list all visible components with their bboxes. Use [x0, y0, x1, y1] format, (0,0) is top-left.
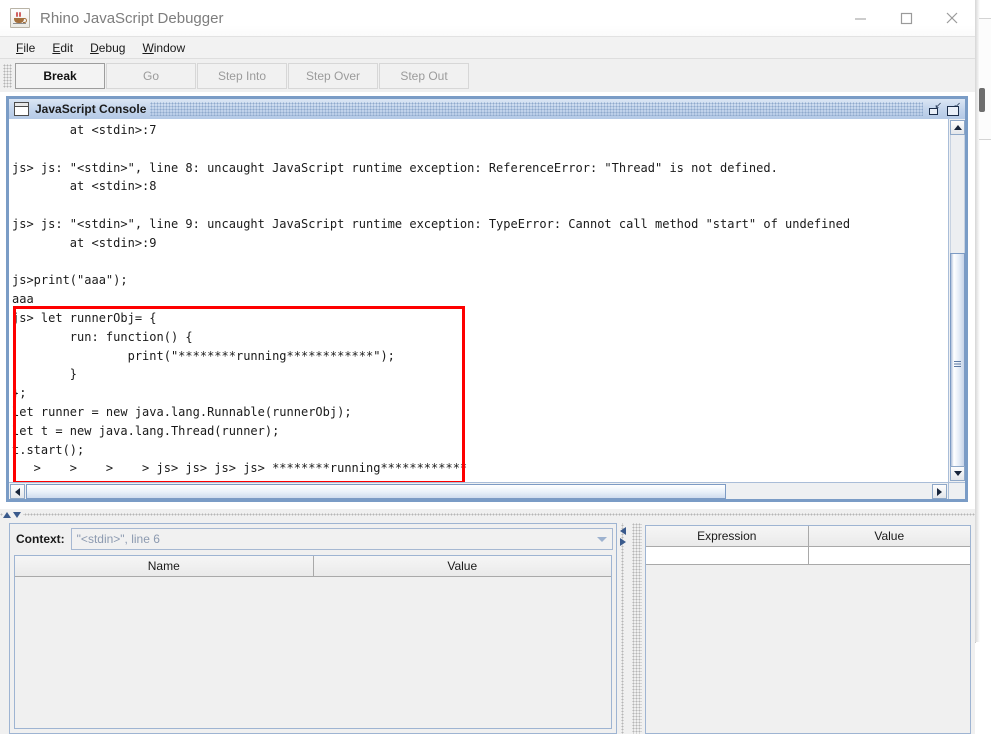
- scroll-left-arrow-icon[interactable]: [10, 484, 25, 499]
- split-one-touch-buttons-vertical[interactable]: [620, 527, 626, 546]
- column-header-name[interactable]: Name: [15, 556, 314, 577]
- menu-edit-label: dit: [60, 40, 74, 55]
- scroll-right-arrow-icon[interactable]: [932, 484, 947, 499]
- watch-table-body[interactable]: [646, 565, 970, 733]
- step-out-button[interactable]: Step Out: [379, 63, 469, 89]
- window-title: Rhino JavaScript Debugger: [40, 9, 224, 27]
- collapse-left-icon[interactable]: [620, 527, 626, 535]
- toolbar-drag-handle[interactable]: [3, 64, 12, 88]
- collapse-right-icon[interactable]: [620, 538, 626, 546]
- console-vertical-scrollbar[interactable]: [948, 119, 965, 482]
- scrollbar-corner: [948, 482, 965, 499]
- menu-debug[interactable]: Debug: [82, 39, 134, 57]
- step-over-button[interactable]: Step Over: [288, 63, 378, 89]
- scrollbar-thumb[interactable]: [950, 253, 965, 475]
- column-header-watch-value[interactable]: Value: [808, 526, 970, 547]
- column-header-expression[interactable]: Expression: [646, 526, 809, 547]
- collapse-down-icon[interactable]: [13, 512, 21, 518]
- scrollbar-track[interactable]: [950, 135, 965, 253]
- vertical-split-divider-secondary[interactable]: [632, 523, 642, 734]
- menu-file[interactable]: File: [8, 39, 44, 57]
- menu-window-mnemonic: W: [142, 40, 154, 55]
- collapse-up-icon[interactable]: [3, 512, 11, 518]
- toolbar: Break Go Step Into Step Over Step Out: [0, 59, 975, 94]
- menu-debug-label: ebug: [98, 40, 126, 55]
- watch-table-header: Expression Value: [646, 526, 970, 547]
- h-scrollbar-thumb[interactable]: [26, 484, 726, 499]
- desktop-background: < | g | g | | g | < | g < | | | < | | Rh…: [0, 0, 991, 734]
- chevron-down-icon[interactable]: [592, 529, 612, 549]
- variables-table-header: Name Value: [15, 556, 611, 577]
- desktop-pane: JavaScript Console ↙ ↙ at <stdin>:7 js> …: [0, 92, 975, 734]
- window-icon: [14, 102, 29, 116]
- background-window-edge: [979, 18, 991, 140]
- console-horizontal-scrollbar[interactable]: [9, 482, 948, 499]
- menu-debug-mnemonic: D: [90, 40, 99, 55]
- menu-edit[interactable]: Edit: [44, 39, 82, 57]
- console-maximize-icon[interactable]: ↙: [946, 101, 961, 116]
- split-one-touch-buttons[interactable]: [3, 510, 23, 518]
- context-label: Context:: [16, 532, 65, 546]
- console-body: at <stdin>:7 js> js: "<stdin>", line 8: …: [9, 119, 965, 499]
- window-titlebar: Rhino JavaScript Debugger: [0, 0, 975, 37]
- horizontal-split-divider[interactable]: [0, 509, 975, 519]
- console-minimize-icon[interactable]: ↙: [927, 101, 942, 116]
- table-row[interactable]: [646, 547, 970, 565]
- console-title: JavaScript Console: [35, 102, 147, 116]
- watch-value-cell[interactable]: [808, 547, 970, 565]
- variables-table-body[interactable]: [15, 577, 611, 728]
- scroll-up-arrow-icon[interactable]: [950, 120, 965, 135]
- maximize-button[interactable]: [883, 0, 929, 36]
- column-header-value[interactable]: Value: [313, 556, 611, 577]
- debugger-window: Rhino JavaScript Debugger File Edit Debu…: [0, 0, 975, 734]
- variables-table[interactable]: Name Value: [14, 555, 612, 729]
- thumb-grip-icon: [954, 361, 961, 367]
- step-into-button[interactable]: Step Into: [197, 63, 287, 89]
- context-row: Context: "<stdin>", line 6: [10, 524, 616, 551]
- menu-window-label: indow: [153, 40, 186, 55]
- window-controls: [837, 0, 975, 36]
- context-combobox[interactable]: "<stdin>", line 6: [70, 528, 613, 550]
- watch-expression-cell[interactable]: [646, 547, 809, 565]
- console-text-content: at <stdin>:7 js> js: "<stdin>", line 8: …: [12, 123, 851, 476]
- context-selected-value: "<stdin>", line 6: [76, 532, 160, 546]
- context-panel: Context: "<stdin>", line 6 Name Value: [9, 523, 617, 734]
- console-titlebar[interactable]: JavaScript Console ↙ ↙: [9, 99, 965, 120]
- menubar: File Edit Debug Window: [0, 37, 975, 59]
- menu-file-label: ile: [23, 40, 36, 55]
- break-button[interactable]: Break: [15, 63, 105, 89]
- console-output[interactable]: at <stdin>:7 js> js: "<stdin>", line 8: …: [9, 119, 948, 482]
- menu-window[interactable]: Window: [134, 39, 194, 57]
- minimize-button[interactable]: [837, 0, 883, 36]
- background-window-scrollbar: [979, 88, 985, 112]
- javascript-console-frame: JavaScript Console ↙ ↙ at <stdin>:7 js> …: [6, 96, 968, 502]
- bottom-panels: Context: "<stdin>", line 6 Name Value Ex…: [0, 519, 975, 734]
- close-button[interactable]: [929, 0, 975, 36]
- java-cup-icon: [10, 8, 30, 28]
- scroll-down-arrow-icon[interactable]: [950, 466, 965, 481]
- vertical-split-divider[interactable]: [619, 523, 629, 734]
- go-button[interactable]: Go: [106, 63, 196, 89]
- watch-panel: Expression Value: [645, 525, 971, 734]
- titlebar-texture: [150, 102, 923, 116]
